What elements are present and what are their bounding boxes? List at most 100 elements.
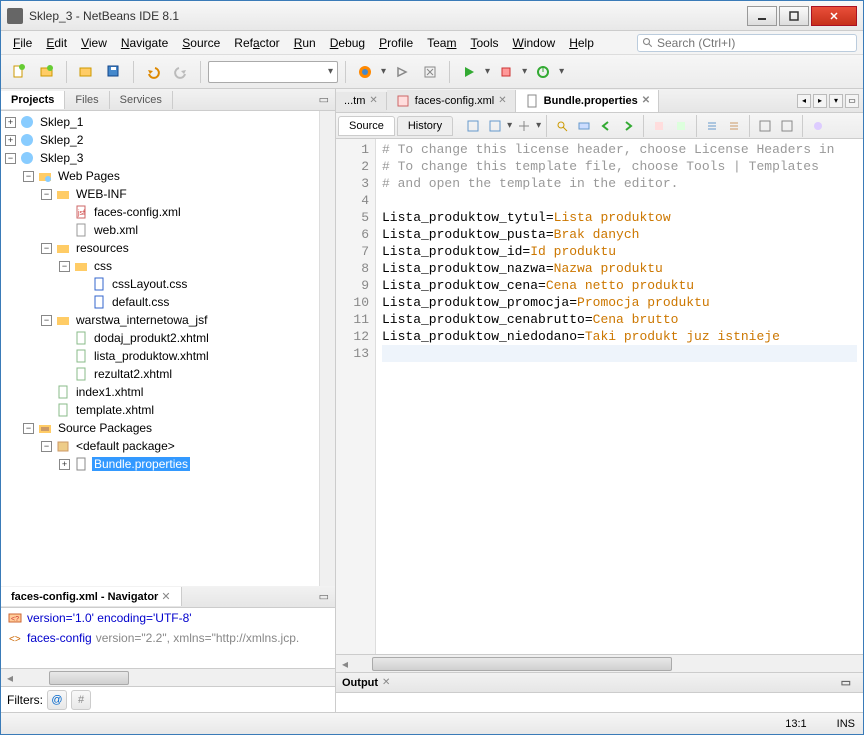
navigator-panel[interactable]: <?version='1.0' encoding='UTF-8' <>faces… — [1, 608, 335, 668]
menu-window[interactable]: Window — [507, 33, 562, 53]
tab-close-icon[interactable]: ✕ — [642, 95, 650, 106]
editor-tool-prev[interactable] — [596, 116, 616, 136]
tree-node-sklep1[interactable]: +Sklep_1 — [1, 113, 335, 131]
menu-profile[interactable]: Profile — [373, 33, 419, 53]
editor-tool-3[interactable] — [514, 116, 534, 136]
menu-run[interactable]: Run — [288, 33, 322, 53]
tree-node-bundle[interactable]: +Bundle.properties — [55, 455, 335, 473]
navigator-line-1[interactable]: <?version='1.0' encoding='UTF-8' — [1, 608, 335, 628]
panel-minimize-icon[interactable]: ▭ — [313, 93, 335, 106]
menu-tools[interactable]: Tools — [464, 33, 504, 53]
subtab-history[interactable]: History — [397, 116, 453, 136]
run-button[interactable] — [457, 60, 481, 84]
undo-button[interactable] — [141, 60, 165, 84]
clean-build-button[interactable] — [418, 60, 442, 84]
tree-node-index1[interactable]: index1.xhtml — [37, 383, 335, 401]
editor-tool-b[interactable] — [671, 116, 691, 136]
menu-file[interactable]: File — [7, 33, 38, 53]
output-close-icon[interactable]: ✕ — [382, 677, 390, 688]
tab-close-icon[interactable]: ✕ — [498, 95, 506, 106]
build-button[interactable] — [390, 60, 414, 84]
editor-tool-g[interactable] — [808, 116, 828, 136]
code-area[interactable]: # To change this license header, choose … — [376, 139, 863, 654]
tree-node-facesconfig[interactable]: jsffaces-config.xml — [55, 203, 335, 221]
editor-tool-e[interactable] — [755, 116, 775, 136]
editor-tab-bundle[interactable]: Bundle.properties✕ — [516, 90, 660, 112]
editor-tab-tm[interactable]: ...tm✕ — [336, 92, 387, 110]
filter-at-button[interactable]: @ — [47, 690, 67, 710]
tree-node-css[interactable]: −css — [55, 257, 335, 275]
tree-node-csslayout[interactable]: cssLayout.css — [73, 275, 335, 293]
tab-list-button[interactable]: ▾ — [829, 94, 843, 108]
tab-projects[interactable]: Projects — [1, 91, 65, 109]
tab-close-icon[interactable]: ✕ — [369, 95, 377, 106]
tree-node-webxml[interactable]: web.xml — [55, 221, 335, 239]
editor-tool-f[interactable] — [777, 116, 797, 136]
open-project-button[interactable] — [74, 60, 98, 84]
navigator-minimize-icon[interactable]: ▭ — [313, 590, 335, 603]
output-header[interactable]: Output✕ ▭ — [336, 673, 863, 693]
projects-tree[interactable]: +Sklep_1 +Sklep_2 −Sklep_3 −Web Pages −W… — [1, 111, 335, 586]
editor-tool-d[interactable] — [724, 116, 744, 136]
menu-debug[interactable]: Debug — [324, 33, 371, 53]
editor-tool-find[interactable] — [552, 116, 572, 136]
left-column: Projects Files Services ▭ +Sklep_1 +Skle… — [1, 89, 336, 712]
close-button[interactable] — [811, 6, 857, 26]
editor-tool-next[interactable] — [618, 116, 638, 136]
filter-hash-button[interactable]: # — [71, 690, 91, 710]
editor-tool-replace[interactable] — [574, 116, 594, 136]
tab-next-button[interactable]: ▸ — [813, 94, 827, 108]
tree-node-resources[interactable]: −resources — [37, 239, 335, 257]
menu-navigate[interactable]: Navigate — [115, 33, 174, 53]
search-input[interactable] — [657, 36, 852, 50]
new-project-button[interactable] — [35, 60, 59, 84]
tab-services[interactable]: Services — [110, 91, 173, 109]
new-file-button[interactable] — [7, 60, 31, 84]
tree-node-defaultpkg[interactable]: −<default package> — [37, 437, 335, 455]
left-hscroll[interactable]: ◂ — [1, 668, 335, 686]
menu-source[interactable]: Source — [176, 33, 226, 53]
tree-node-defaultcss[interactable]: default.css — [73, 293, 335, 311]
minimize-button[interactable] — [747, 6, 777, 26]
profile-button[interactable] — [531, 60, 555, 84]
toolbar-separator — [66, 61, 67, 83]
tree-node-webpages[interactable]: −Web Pages — [19, 167, 335, 185]
tree-node-webinf[interactable]: −WEB-INF — [37, 185, 335, 203]
toolbar-separator — [449, 61, 450, 83]
tab-prev-button[interactable]: ◂ — [797, 94, 811, 108]
navigator-line-2[interactable]: <>faces-config version="2.2", xmlns="htt… — [1, 628, 335, 648]
projects-vscroll[interactable] — [319, 111, 335, 586]
menu-team[interactable]: Team — [421, 33, 462, 53]
editor-hscroll[interactable]: ◂ — [336, 654, 863, 672]
tree-node-rezultat[interactable]: rezultat2.xhtml — [55, 365, 335, 383]
redo-button[interactable] — [169, 60, 193, 84]
tree-node-warstwa[interactable]: −warstwa_internetowa_jsf — [37, 311, 335, 329]
tab-files[interactable]: Files — [65, 91, 109, 109]
tree-node-dodaj[interactable]: dodaj_produkt2.xhtml — [55, 329, 335, 347]
menu-view[interactable]: View — [75, 33, 113, 53]
tree-node-sklep2[interactable]: +Sklep_2 — [1, 131, 335, 149]
tree-node-sourcepackages[interactable]: −Source Packages — [19, 419, 335, 437]
subtab-source[interactable]: Source — [338, 116, 395, 136]
save-all-button[interactable] — [102, 60, 126, 84]
editor-tool-a[interactable] — [649, 116, 669, 136]
menu-refactor[interactable]: Refactor — [228, 33, 285, 53]
browser-icon[interactable] — [353, 60, 377, 84]
editor-tool-2[interactable] — [485, 116, 505, 136]
debug-button[interactable] — [494, 60, 518, 84]
tree-node-template[interactable]: template.xhtml — [37, 401, 335, 419]
config-combo[interactable] — [208, 61, 338, 83]
tab-max-button[interactable]: ▭ — [845, 94, 859, 108]
tree-node-lista[interactable]: lista_produktow.xhtml — [55, 347, 335, 365]
search-field-wrap[interactable] — [637, 34, 857, 52]
editor-tool-c[interactable] — [702, 116, 722, 136]
editor-tab-faces[interactable]: faces-config.xml✕ — [387, 90, 516, 112]
tree-node-sklep3[interactable]: −Sklep_3 — [1, 149, 335, 167]
editor-tool-1[interactable] — [463, 116, 483, 136]
menu-edit[interactable]: Edit — [40, 33, 73, 53]
output-minimize-icon[interactable]: ▭ — [835, 676, 857, 689]
menu-help[interactable]: Help — [563, 33, 600, 53]
navigator-title[interactable]: faces-config.xml - Navigator ✕ — [1, 587, 182, 606]
code-editor[interactable]: 12345678910111213 # To change this licen… — [336, 139, 863, 654]
maximize-button[interactable] — [779, 6, 809, 26]
